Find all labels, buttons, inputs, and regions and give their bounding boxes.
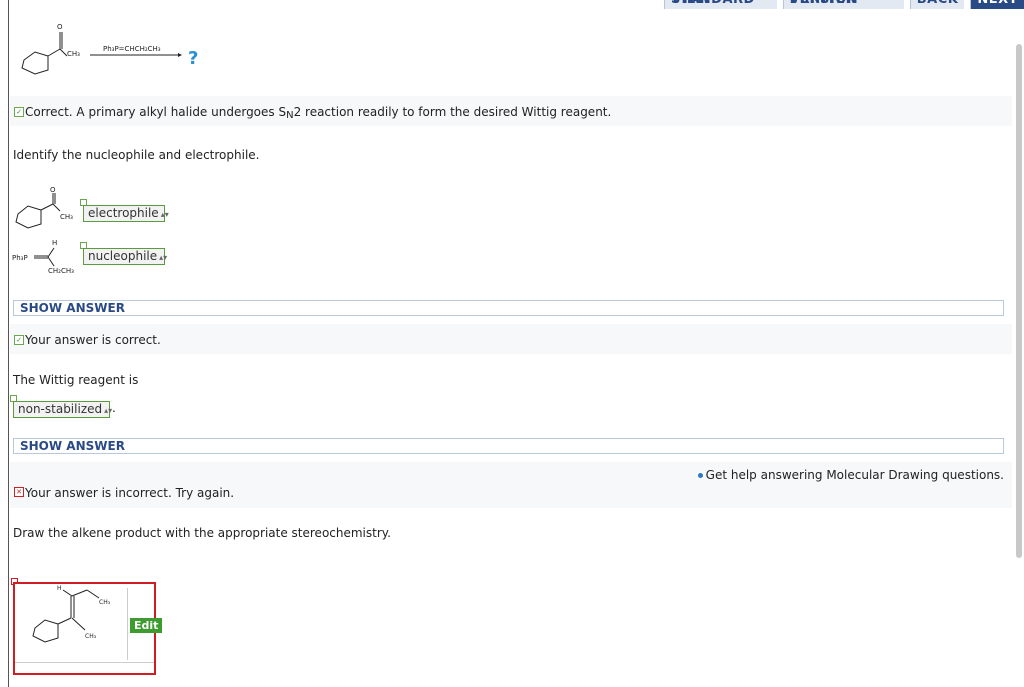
select-arrows-icon: ▴▾: [104, 406, 113, 415]
ketone-methyl-label: CH₃: [60, 213, 73, 221]
ketone-molecule: O CH₃: [15, 186, 73, 229]
feedback-text-suffix: 2 reaction readily to form the desired W…: [293, 105, 612, 119]
drawing-h-label: H: [57, 585, 62, 592]
wittig-reagent-type-select[interactable]: non-stabilized ▴▾: [13, 401, 113, 418]
drawing-ch3-bottom-label: CH₃: [85, 633, 97, 640]
edit-drawing-button[interactable]: Edit: [130, 618, 163, 633]
molecule-1-role-select[interactable]: electrophile ▴▾: [83, 205, 169, 222]
cyclopentane-ring: [21, 51, 49, 75]
correct-icon: ✓: [14, 335, 24, 345]
reaction-scheme: O CH₃ Ph₃P=CHCH₂CH₃ ?: [21, 23, 198, 75]
question-2-prompt: The Wittig reagent is: [13, 373, 139, 387]
wittig-reagent-type-value: non-stabilized: [18, 402, 103, 416]
molecule-1-role-value: electrophile: [88, 206, 159, 220]
ylide-molecule: Ph₃P H CH₂CH₃: [12, 239, 74, 275]
correct-icon: ✓: [14, 107, 24, 117]
printer-version-link[interactable]: PRINTER VERSION: [782, 0, 904, 9]
drawing-divider: [127, 588, 128, 660]
svg-text:O: O: [50, 186, 56, 194]
ylide-h-label: H: [52, 239, 57, 247]
molecule-2-role-select[interactable]: nucleophile ▴▾: [83, 248, 168, 265]
feedback-message-2: Your answer is correct.: [25, 333, 161, 347]
left-border: [8, 0, 9, 687]
bullet-icon: [697, 473, 703, 478]
help-link-text: Get help answering Molecular Drawing que…: [705, 468, 1004, 482]
incorrect-icon: ✕: [14, 487, 24, 497]
reactant-methyl-label: CH₃: [67, 50, 80, 58]
select-arrows-icon: ▴▾: [160, 210, 169, 219]
drawing-ch3-top-label: CH₃: [99, 599, 111, 606]
show-answer-button-1[interactable]: SHOW ANSWER: [13, 300, 1004, 316]
back-link[interactable]: BACK: [909, 0, 965, 9]
vertical-scrollbar[interactable]: [1016, 44, 1022, 558]
oxygen-label: O: [57, 23, 63, 31]
feedback-text-prefix: Correct. A primary alkyl halide undergoe…: [25, 105, 287, 119]
next-link[interactable]: NEXT: [970, 0, 1024, 9]
top-navigation: STANDARD VIEW PRINTER VERSION BACK NEXT: [664, 0, 1024, 9]
question-3-prompt: Draw the alkene product with the appropr…: [13, 526, 391, 540]
standard-view-link[interactable]: STANDARD VIEW: [664, 0, 777, 9]
ylide-ph3p-label: Ph₃P: [12, 254, 28, 262]
question-1-prompt: Identify the nucleophile and electrophil…: [13, 148, 260, 162]
molecule-2-role-value: nucleophile: [88, 249, 158, 263]
show-answer-button-2[interactable]: SHOW ANSWER: [13, 438, 1004, 454]
feedback-message-1: Correct. A primary alkyl halide undergoe…: [25, 105, 611, 121]
help-link[interactable]: Get help answering Molecular Drawing que…: [697, 468, 1004, 482]
wittig-reagent-label: Ph₃P=CHCH₂CH₃: [103, 45, 161, 53]
unknown-product-marker: ?: [188, 48, 198, 69]
molecule-drawing-area[interactable]: H CH₃ CH₃ Edit: [13, 582, 163, 675]
select-arrows-icon: ▴▾: [159, 253, 168, 262]
drawing-bottom-divider: [15, 662, 154, 663]
feedback-message-3: Your answer is incorrect. Try again.: [25, 486, 235, 500]
answer-period: .: [112, 401, 116, 415]
feedback-text-sub: N: [286, 110, 294, 121]
drawn-alkene-structure: H CH₃ CH₃: [32, 585, 111, 643]
ylide-ethyl-label: CH₂CH₃: [48, 267, 74, 275]
